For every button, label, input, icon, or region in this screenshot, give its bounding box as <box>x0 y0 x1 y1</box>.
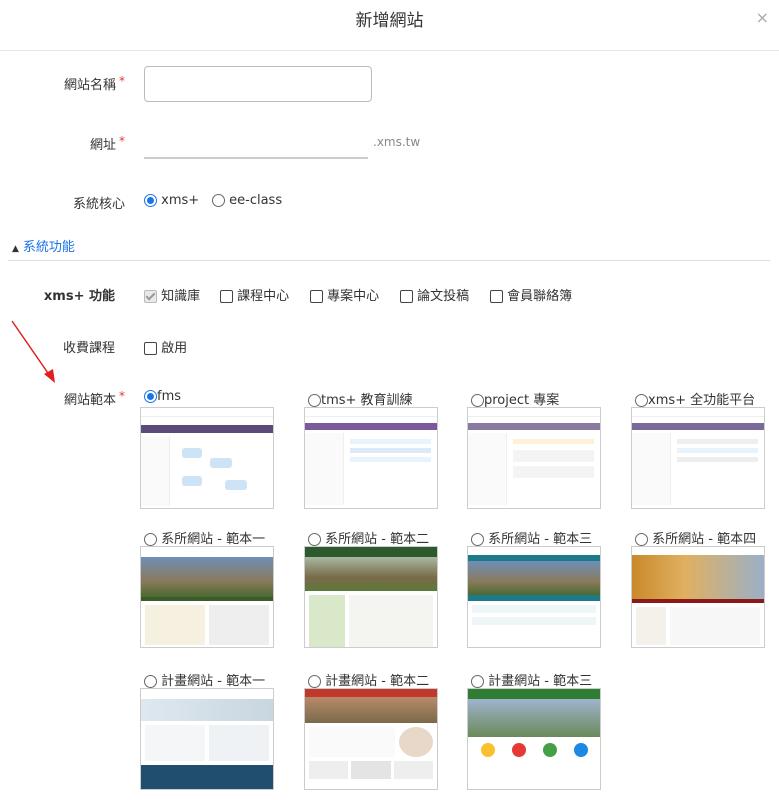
template-thumb-tms[interactable] <box>304 407 438 509</box>
core-radio-eeclass[interactable]: ee-class <box>212 193 282 208</box>
url-label: 網址 * <box>89 134 125 153</box>
template-thumb-plan2[interactable] <box>304 688 438 790</box>
template-thumb-dept1[interactable] <box>140 546 274 648</box>
template-thumb-dept3[interactable] <box>467 546 601 648</box>
section-title: 系統功能 <box>22 240 75 255</box>
template-option-dept3[interactable]: 系所網站 - 範本三 <box>471 528 592 547</box>
required-mark: * <box>119 134 125 148</box>
core-radio-xms[interactable]: xms+ <box>144 193 199 208</box>
feature-knowledge: 知識庫 <box>144 285 200 304</box>
template-thumb-dept4[interactable] <box>631 546 765 648</box>
dialog-title: 新增網站 <box>355 11 424 31</box>
template-thumb-project[interactable] <box>467 407 601 509</box>
dialog-header: 新增網站 <box>0 0 779 51</box>
feature-paper[interactable]: 論文投稿 <box>400 285 469 304</box>
features-label: xms+ 功能 <box>43 289 115 304</box>
template-label: 網站範本 * <box>63 389 125 408</box>
close-icon[interactable]: × <box>756 8 769 27</box>
site-name-input[interactable] <box>144 66 372 102</box>
template-thumb-fms[interactable] <box>140 407 274 509</box>
url-input[interactable] <box>144 127 368 159</box>
template-thumb-plan1[interactable] <box>140 688 274 790</box>
site-name-label: 網站名稱 * <box>63 74 125 93</box>
required-mark: * <box>119 389 125 403</box>
template-thumb-dept2[interactable] <box>304 546 438 648</box>
required-mark: * <box>119 74 125 88</box>
url-suffix: .xms.tw <box>373 135 421 149</box>
collapse-arrow-icon: ▲ <box>12 244 19 254</box>
template-option-dept2[interactable]: 系所網站 - 範本二 <box>308 528 429 547</box>
paid-enable[interactable]: 啟用 <box>144 337 187 356</box>
template-option-tms[interactable]: tms+ 教育訓練 <box>308 389 413 408</box>
annotation-arrow-icon <box>11 320 55 383</box>
template-option-xms[interactable]: xms+ 全功能平台 <box>635 389 755 408</box>
template-option-fms[interactable]: fms <box>144 389 181 404</box>
feature-project[interactable]: 專案中心 <box>310 285 379 304</box>
feature-contacts[interactable]: 會員聯絡簿 <box>490 285 572 304</box>
core-label: 系統核心 <box>72 197 125 212</box>
template-option-plan1[interactable]: 計畫網站 - 範本一 <box>144 670 265 689</box>
template-thumb-xms[interactable] <box>631 407 765 509</box>
template-option-dept1[interactable]: 系所網站 - 範本一 <box>144 528 265 547</box>
template-option-plan2[interactable]: 計畫網站 - 範本二 <box>308 670 429 689</box>
feature-course[interactable]: 課程中心 <box>220 285 289 304</box>
template-thumb-plan3[interactable] <box>467 688 601 790</box>
section-toggle[interactable]: ▲ 系統功能 <box>8 236 770 261</box>
template-option-dept4[interactable]: 系所網站 - 範本四 <box>635 528 756 547</box>
template-option-project[interactable]: project 專案 <box>471 389 559 408</box>
template-option-plan3[interactable]: 計畫網站 - 範本三 <box>471 670 592 689</box>
